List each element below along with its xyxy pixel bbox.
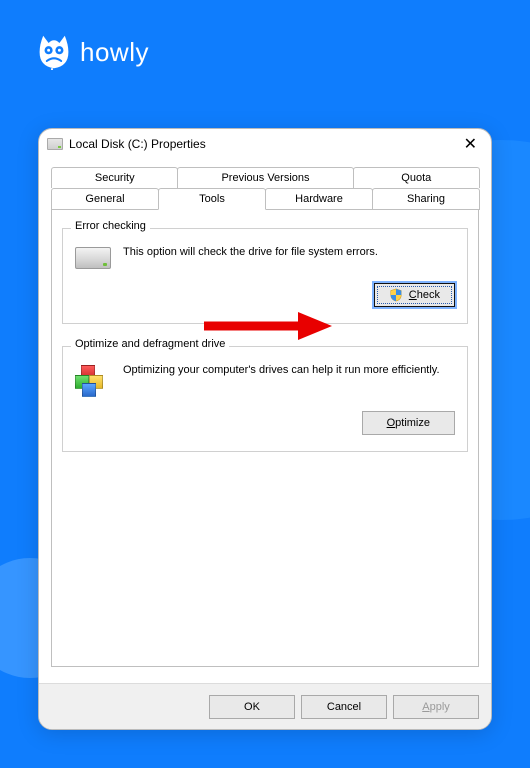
dialog-title: Local Disk (C:) Properties <box>69 137 206 151</box>
tabstrip: Security Previous Versions Quota General… <box>51 167 479 210</box>
cancel-button[interactable]: Cancel <box>301 695 387 719</box>
ok-button[interactable]: OK <box>209 695 295 719</box>
titlebar: Local Disk (C:) Properties ✕ <box>39 129 491 159</box>
drive-large-icon <box>75 247 111 269</box>
optimize-button-label: Optimize <box>387 417 430 429</box>
group-error-checking: Error checking This option will check th… <box>62 228 468 324</box>
group-title: Error checking <box>71 220 150 232</box>
optimize-text: Optimizing your computer's drives can he… <box>123 363 440 378</box>
apply-button-label: Apply <box>422 701 450 713</box>
tab-sharing[interactable]: Sharing <box>372 188 480 210</box>
check-button[interactable]: Check <box>374 283 455 307</box>
close-button[interactable]: ✕ <box>458 134 483 154</box>
brand-logo: howly <box>36 34 149 70</box>
properties-dialog: Local Disk (C:) Properties ✕ Security Pr… <box>38 128 492 730</box>
apply-button[interactable]: Apply <box>393 695 479 719</box>
defrag-icon <box>75 365 111 397</box>
error-checking-text: This option will check the drive for fil… <box>123 245 378 260</box>
dialog-footer: OK Cancel Apply <box>39 683 491 729</box>
tab-general[interactable]: General <box>51 188 159 210</box>
tab-hardware[interactable]: Hardware <box>265 188 373 210</box>
group-title: Optimize and defragment drive <box>71 338 229 350</box>
tab-panel-tools: Error checking This option will check th… <box>51 209 479 667</box>
brand-name: howly <box>80 37 149 68</box>
check-button-label: Check <box>409 289 440 301</box>
tab-security[interactable]: Security <box>51 167 178 188</box>
tab-previous-versions[interactable]: Previous Versions <box>177 167 353 188</box>
drive-icon <box>47 138 63 150</box>
owl-icon <box>36 34 72 70</box>
group-optimize: Optimize and defragment drive Optimizing… <box>62 346 468 452</box>
optimize-button[interactable]: Optimize <box>362 411 455 435</box>
shield-icon <box>389 288 403 302</box>
tab-tools[interactable]: Tools <box>158 188 266 210</box>
tab-quota[interactable]: Quota <box>353 167 480 188</box>
